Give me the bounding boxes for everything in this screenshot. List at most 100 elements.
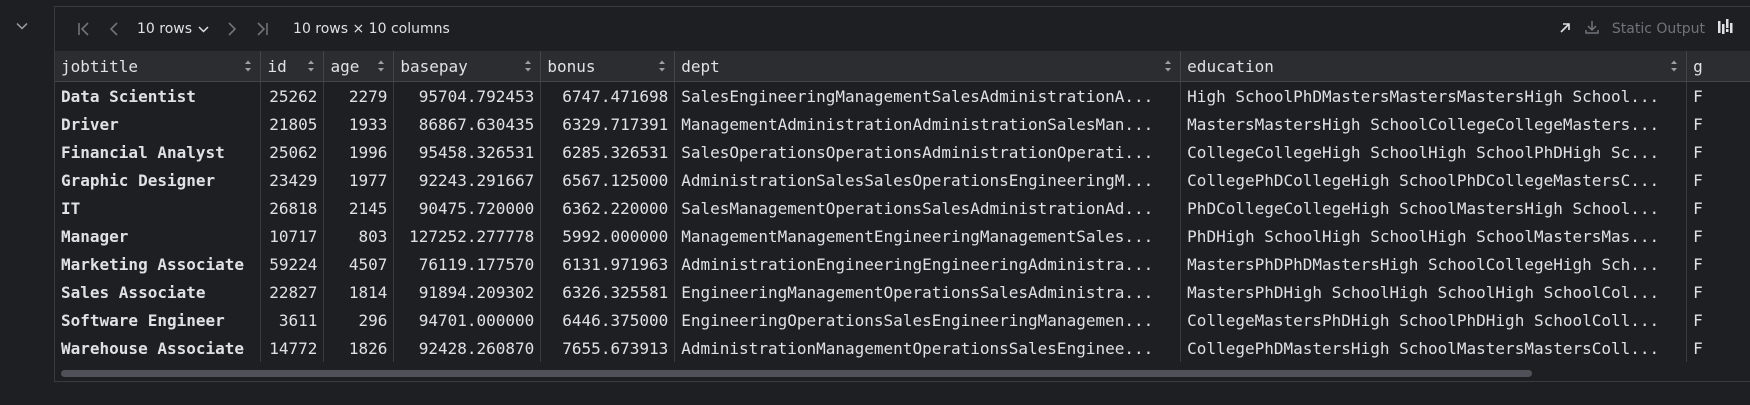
table-row[interactable]: IT 26818 2145 90475.720000 6362.220000 SalesM…	[55, 194, 1750, 222]
cell-jobtitle: Marketing Associate	[55, 250, 262, 278]
column-header-dept[interactable]: dept	[674, 51, 1182, 82]
cell-bonus: 6362.220000	[540, 194, 676, 222]
cell-id: 26818	[260, 194, 325, 222]
next-page-icon[interactable]	[217, 14, 247, 44]
cell-jobtitle: Driver	[55, 110, 262, 138]
table-row[interactable]: Driver 21805 1933 86867.630435 6329.717391 Ma…	[55, 110, 1750, 138]
sort-icon[interactable]	[1670, 59, 1678, 73]
cell-education: CollegeCollegeHigh SchoolHigh SchoolPhDH…	[1180, 138, 1688, 166]
scrollbar-thumb[interactable]	[61, 370, 1532, 377]
cell-bonus: 6329.717391	[540, 110, 676, 138]
table-row[interactable]: Manager 10717 803 127252.277778 5992.000000 M…	[55, 222, 1750, 250]
cell-dept: AdministrationEngineeringEngineeringAdmi…	[674, 250, 1182, 278]
cell-age: 2279	[323, 81, 395, 110]
cell-g: F	[1686, 81, 1750, 110]
cell-id: 23429	[260, 166, 325, 194]
cell-education: CollegeMastersPhDHigh SchoolPhDHigh Scho…	[1180, 306, 1688, 334]
cell-age: 296	[323, 306, 395, 334]
cell-g: F	[1686, 138, 1750, 166]
column-header-g[interactable]: g	[1686, 51, 1750, 82]
cell-education: High SchoolPhDMastersMastersMastersHigh …	[1180, 81, 1688, 110]
column-header-education[interactable]: education	[1180, 51, 1688, 82]
cell-bonus: 7655.673913	[540, 334, 676, 362]
cell-education: PhDCollegeCollegeHigh SchoolMastersHigh …	[1180, 194, 1688, 222]
cell-dept: EngineeringManagementOperationsSalesAdmi…	[674, 278, 1182, 306]
table-row[interactable]: Financial Analyst 25062 1996 95458.326531 62…	[55, 138, 1750, 166]
cell-dept: AdministrationManagementOperationsSalesE…	[674, 334, 1182, 362]
collapse-chevron-down-icon[interactable]	[14, 18, 30, 34]
last-page-icon[interactable]	[247, 14, 277, 44]
table-row[interactable]: Software Engineer 3611 296 94701.000000 6446…	[55, 306, 1750, 334]
column-header-jobtitle[interactable]: jobtitle	[55, 51, 262, 82]
table-row[interactable]: Graphic Designer 23429 1977 92243.291667 656…	[55, 166, 1750, 194]
cell-dept: ManagementAdministrationAdministrationSa…	[674, 110, 1182, 138]
column-header-age[interactable]: age	[323, 51, 395, 82]
cell-basepay: 76119.177570	[393, 250, 542, 278]
cell-id: 59224	[260, 250, 325, 278]
sort-icon[interactable]	[1164, 59, 1172, 73]
table-row[interactable]: Data Scientist 25262 2279 95704.792453 6747.…	[55, 81, 1750, 110]
table-row[interactable]: Warehouse Associate 14772 1826 92428.260870…	[55, 334, 1750, 362]
table-body: Data Scientist 25262 2279 95704.792453 6747.…	[55, 81, 1750, 362]
sort-icon[interactable]	[377, 59, 385, 73]
cell-g: F	[1686, 194, 1750, 222]
cell-age: 4507	[323, 250, 395, 278]
dataframe-output-panel: 10 rows 10 rows × 10 columns Static Outp…	[54, 6, 1750, 382]
column-header-id[interactable]: id	[260, 51, 325, 82]
cell-g: F	[1686, 110, 1750, 138]
chart-icon[interactable]	[1717, 18, 1733, 40]
cell-g: F	[1686, 278, 1750, 306]
cell-dept: EngineeringOperationsSalesEngineeringMan…	[674, 306, 1182, 334]
cell-bonus: 6567.125000	[540, 166, 676, 194]
cell-id: 14772	[260, 334, 325, 362]
download-icon[interactable]	[1584, 19, 1600, 39]
table-dimensions: 10 rows × 10 columns	[293, 21, 450, 37]
sort-icon[interactable]	[307, 59, 315, 73]
cell-basepay: 127252.277778	[393, 222, 542, 250]
cell-dept: SalesManagementOperationsSalesAdministra…	[674, 194, 1182, 222]
table-row[interactable]: Sales Associate 22827 1814 91894.209302 6326…	[55, 278, 1750, 306]
cell-jobtitle: Software Engineer	[55, 306, 262, 334]
table-row[interactable]: Marketing Associate 59224 4507 76119.177570…	[55, 250, 1750, 278]
column-header-bonus[interactable]: bonus	[540, 51, 676, 82]
cell-education: CollegePhDMastersHigh SchoolMastersMaste…	[1180, 334, 1688, 362]
open-in-new-icon[interactable]	[1558, 20, 1572, 39]
first-page-icon[interactable]	[69, 14, 99, 44]
cell-id: 25062	[260, 138, 325, 166]
cell-education: CollegePhDCollegeHigh SchoolPhDCollegeMa…	[1180, 166, 1688, 194]
cell-basepay: 90475.720000	[393, 194, 542, 222]
cell-jobtitle: Warehouse Associate	[55, 334, 262, 362]
sort-icon[interactable]	[244, 59, 252, 73]
cell-id: 10717	[260, 222, 325, 250]
cell-bonus: 6747.471698	[540, 81, 676, 110]
column-header-basepay[interactable]: basepay	[393, 51, 542, 82]
horizontal-scrollbar[interactable]	[55, 367, 1750, 380]
cell-bonus: 6285.326531	[540, 138, 676, 166]
cell-basepay: 92428.260870	[393, 334, 542, 362]
sort-icon[interactable]	[658, 59, 666, 73]
previous-page-icon[interactable]	[99, 14, 129, 44]
cell-dept: SalesEngineeringManagementSalesAdministr…	[674, 81, 1182, 110]
cell-age: 1826	[323, 334, 395, 362]
cell-g: F	[1686, 334, 1750, 362]
cell-jobtitle: Manager	[55, 222, 262, 250]
cell-g: F	[1686, 250, 1750, 278]
cell-id: 25262	[260, 81, 325, 110]
cell-basepay: 92243.291667	[393, 166, 542, 194]
toolbar: 10 rows 10 rows × 10 columns Static Outp…	[55, 7, 1750, 51]
cell-dept: ManagementManagementEngineeringManagemen…	[674, 222, 1182, 250]
data-table: jobtitle id age basepay bonus dept educa…	[55, 51, 1750, 362]
cell-g: F	[1686, 166, 1750, 194]
cell-dept: AdministrationSalesSalesOperationsEngine…	[674, 166, 1182, 194]
cell-id: 3611	[260, 306, 325, 334]
cell-bonus: 6131.971963	[540, 250, 676, 278]
rows-per-page-select[interactable]: 10 rows	[129, 15, 217, 43]
sort-icon[interactable]	[524, 59, 532, 73]
cell-age: 1933	[323, 110, 395, 138]
cell-basepay: 91894.209302	[393, 278, 542, 306]
cell-bonus: 6446.375000	[540, 306, 676, 334]
cell-bonus: 5992.000000	[540, 222, 676, 250]
cell-basepay: 86867.630435	[393, 110, 542, 138]
cell-jobtitle: Financial Analyst	[55, 138, 262, 166]
cell-basepay: 95704.792453	[393, 81, 542, 110]
